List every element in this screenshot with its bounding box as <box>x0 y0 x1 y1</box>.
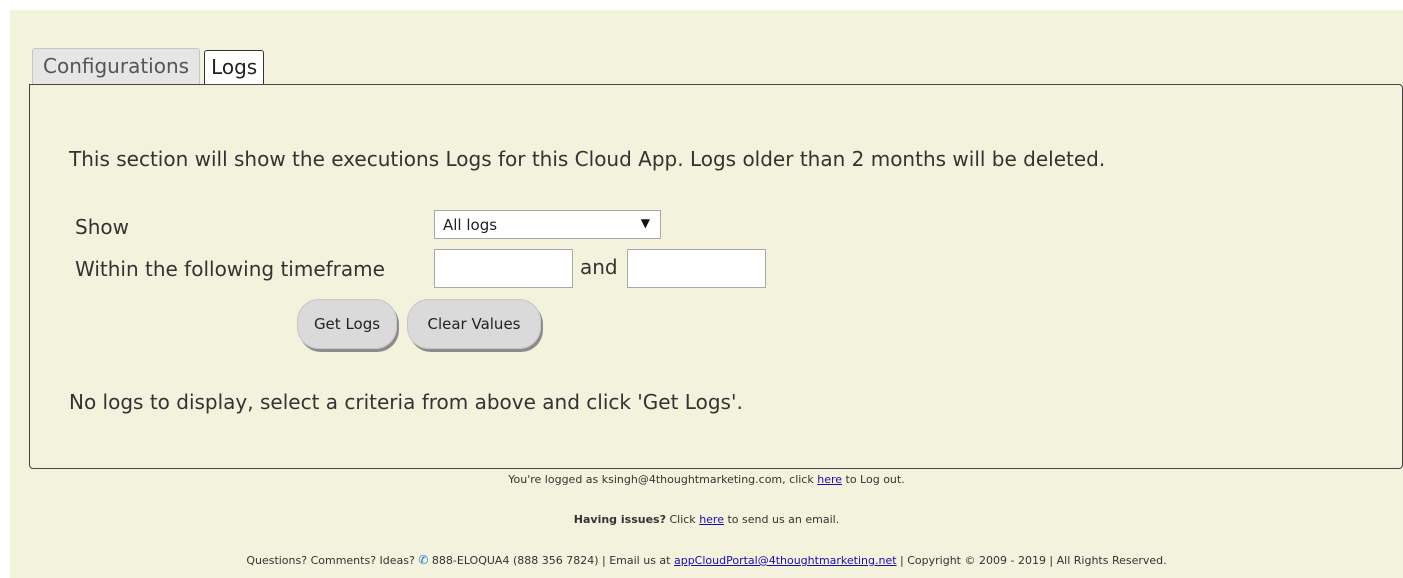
tab-bar: Configurations Logs <box>32 46 265 85</box>
logged-prefix: You're logged as ksingh@4thoughtmarketin… <box>508 473 818 486</box>
no-logs-message: No logs to display, select a criteria fr… <box>69 390 743 414</box>
clear-values-button[interactable]: Clear Values <box>407 299 541 349</box>
get-logs-button[interactable]: Get Logs <box>297 299 397 349</box>
email-support-link[interactable]: here <box>699 513 724 526</box>
show-select-value: All logs <box>443 216 498 234</box>
issues-suffix: to send us an email. <box>723 513 840 526</box>
questions-prefix: Questions? Comments? Ideas? <box>246 554 419 567</box>
tab-logs[interactable]: Logs <box>204 50 265 85</box>
tab-configurations[interactable]: Configurations <box>32 48 201 84</box>
timeframe-to-input[interactable] <box>627 249 766 288</box>
timeframe-from-input[interactable] <box>434 249 573 288</box>
and-label: and <box>580 255 618 279</box>
footer-issues-line: Having issues? Click here to send us an … <box>10 513 1403 526</box>
show-select[interactable]: All logs ▼ <box>434 210 661 239</box>
issues-prefix: Click <box>665 513 700 526</box>
email-us-link[interactable]: appCloudPortal@4thoughtmarketing.net <box>674 554 897 567</box>
timeframe-label: Within the following timeframe <box>75 257 385 281</box>
footer-contact-line: Questions? Comments? Ideas? ✆ 888-ELOQUA… <box>10 553 1403 567</box>
show-label: Show <box>75 215 129 239</box>
page-container: Configurations Logs This section will sh… <box>10 10 1403 578</box>
copyright-text: | Copyright © 2009 - 2019 | All Rights R… <box>896 554 1167 567</box>
logged-suffix: to Log out. <box>842 473 905 486</box>
logs-panel: This section will show the executions Lo… <box>29 84 1403 469</box>
logout-link[interactable]: here <box>817 473 842 486</box>
phone-icon: ✆ <box>418 553 429 567</box>
footer-logged-line: You're logged as ksingh@4thoughtmarketin… <box>10 473 1403 486</box>
issues-bold: Having issues? <box>573 513 666 526</box>
dropdown-arrow-icon: ▼ <box>640 216 650 230</box>
phone-text: 888-ELOQUA4 (888 356 7824) | Email us at <box>428 554 674 567</box>
logs-intro-text: This section will show the executions Lo… <box>69 147 1106 171</box>
